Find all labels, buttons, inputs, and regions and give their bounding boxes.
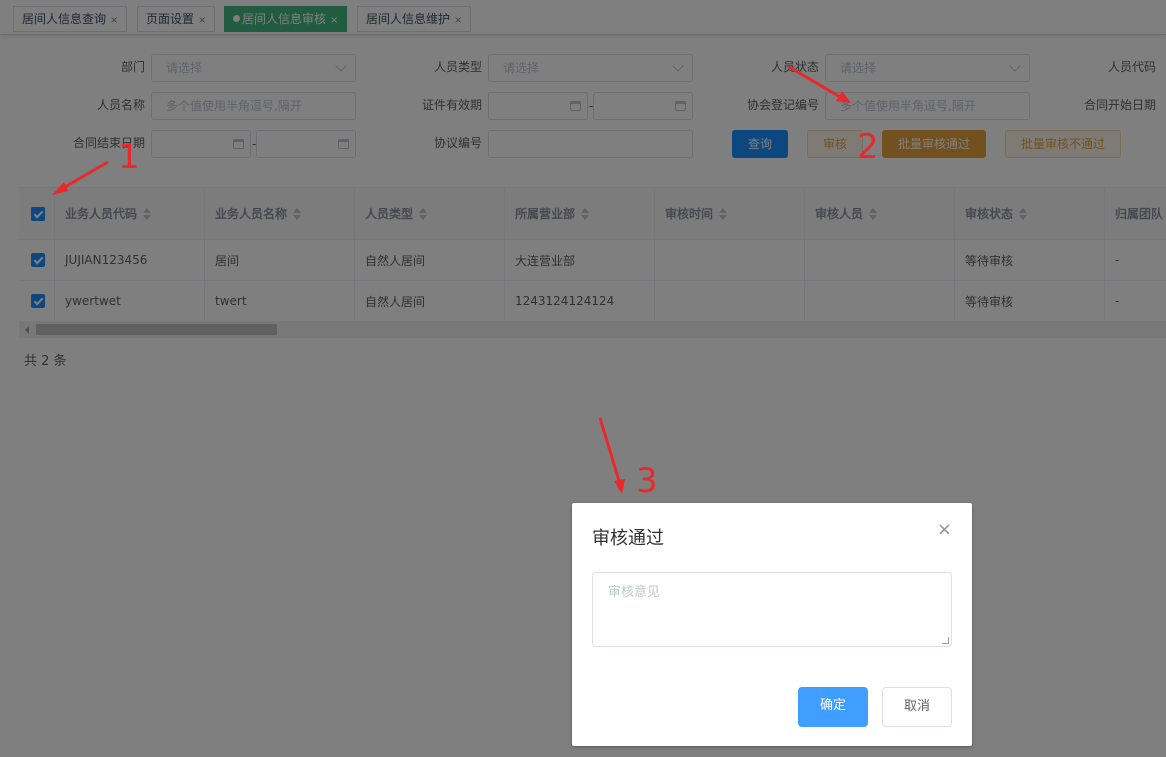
annotation-number: 1 [118,137,140,177]
annotation-arrow-2 [788,65,843,100]
annotation-arrow-3 [598,417,622,485]
arrow-head-icon [614,479,625,494]
annotation-number: 3 [636,461,658,501]
arrow-head-icon [52,182,68,195]
annotation-number: 2 [857,127,879,167]
annotation-arrows [52,65,851,494]
